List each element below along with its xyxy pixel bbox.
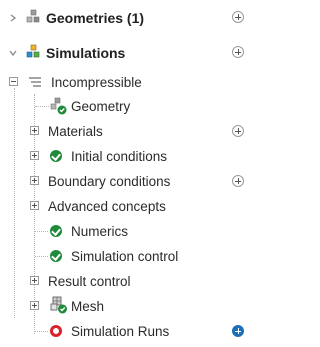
mesh-icon — [50, 296, 68, 314]
check-circle-icon — [50, 250, 62, 262]
chevron-down-icon[interactable] — [9, 49, 17, 57]
tree-item-boundary-conditions[interactable]: Boundary conditions — [0, 169, 259, 193]
tree-item-result-control[interactable]: Result control — [0, 269, 259, 293]
add-material-button[interactable] — [232, 125, 244, 137]
expand-toggle[interactable] — [30, 201, 39, 210]
chevron-right-icon[interactable] — [9, 14, 17, 22]
tree-item-label: Materials — [48, 124, 103, 139]
geometries-row[interactable]: Geometries (1) — [0, 6, 259, 30]
tree-branch-line — [35, 331, 48, 332]
tree-branch-line — [35, 256, 48, 257]
simulation-incompressible-row[interactable]: Incompressible — [0, 70, 259, 94]
tree-item-materials[interactable]: Materials — [0, 119, 259, 143]
cubes-colored-icon — [25, 44, 41, 60]
tree-item-label: Boundary conditions — [48, 174, 171, 189]
tree-item-label: Numerics — [71, 224, 129, 239]
check-circle-icon — [50, 225, 62, 237]
error-circle-icon — [50, 325, 62, 337]
expand-toggle[interactable] — [30, 151, 39, 160]
tree-item-initial-conditions[interactable]: Initial conditions — [0, 144, 259, 168]
tree-branch-line — [35, 106, 49, 107]
tree-item-label: Initial conditions — [71, 149, 168, 164]
tree-item-label: Geometry — [71, 99, 131, 114]
analysis-lines-icon — [28, 76, 42, 88]
check-circle-icon — [50, 150, 62, 162]
cubes-gray-icon — [25, 9, 41, 25]
expand-toggle[interactable] — [30, 301, 39, 310]
simulations-label: Simulations — [46, 45, 126, 61]
expand-toggle[interactable] — [30, 126, 39, 135]
new-simulation-run-button[interactable] — [232, 325, 244, 337]
tree-item-label: Simulation control — [71, 249, 179, 264]
expand-toggle[interactable] — [30, 276, 39, 285]
add-boundary-condition-button[interactable] — [232, 175, 244, 187]
tree-item-advanced-concepts[interactable]: Advanced concepts — [0, 194, 259, 218]
tree-item-geometry[interactable]: Geometry — [0, 94, 259, 118]
tree-item-label: Advanced concepts — [48, 199, 166, 214]
simulation-name: Incompressible — [51, 75, 142, 90]
tree-item-label: Mesh — [71, 299, 105, 314]
add-geometry-button[interactable] — [232, 11, 244, 23]
geometry-cubes-icon — [50, 97, 68, 115]
add-simulation-button[interactable] — [232, 46, 244, 58]
tree-branch-line — [35, 231, 48, 232]
expand-toggle[interactable] — [30, 176, 39, 185]
tree-item-label: Simulation Runs — [71, 324, 170, 339]
tree-item-numerics[interactable]: Numerics — [0, 219, 259, 243]
simulations-row[interactable]: Simulations — [0, 41, 259, 65]
tree-item-simulation-runs[interactable]: Simulation Runs — [0, 319, 259, 343]
tree-item-simulation-control[interactable]: Simulation control — [0, 244, 259, 268]
tree-item-mesh[interactable]: Mesh — [0, 294, 259, 318]
simulation-tree: Geometries (1) Simulations Incompressibl… — [0, 0, 259, 347]
geometries-label: Geometries (1) — [46, 10, 145, 26]
collapse-toggle[interactable] — [9, 77, 18, 86]
tree-item-label: Result control — [48, 274, 131, 289]
